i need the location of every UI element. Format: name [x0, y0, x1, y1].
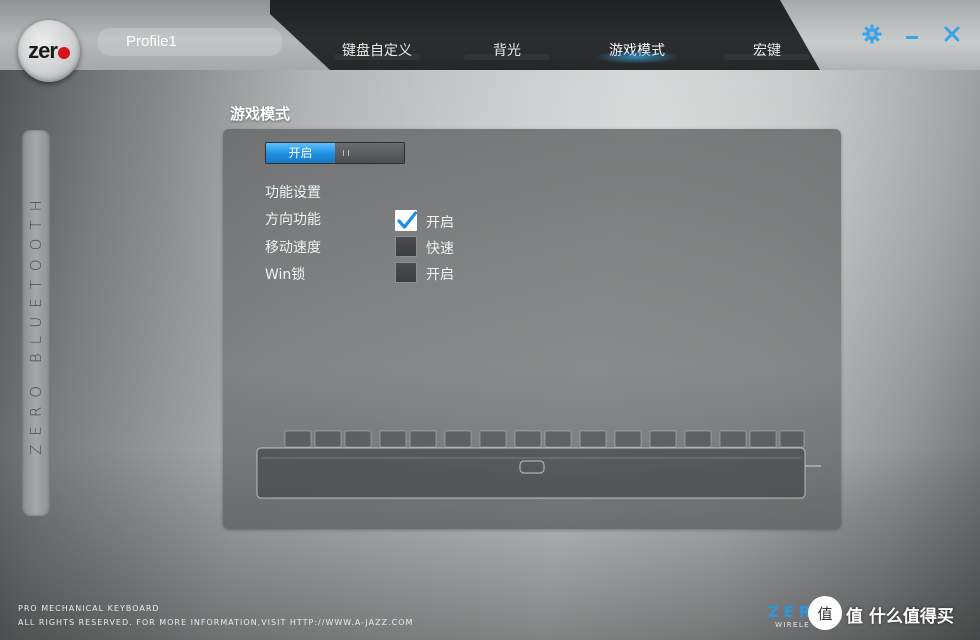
page-title: 游戏模式	[230, 105, 291, 123]
main-tabs: 键盘自定义 背光 游戏模式 宏键	[312, 36, 832, 66]
keyboard-keycaps	[284, 430, 805, 448]
footer-brand-sub: WIRELE	[775, 621, 810, 629]
checkbox-label-direction: 开启	[426, 215, 454, 231]
app-window: zer Profile1 键盘自定义 背光 游戏模式 宏键 ZERO BLUET…	[0, 0, 980, 640]
footer-copyright: ALL RIGHTS RESERVED. FOR MORE INFORMATIO…	[18, 618, 414, 627]
footer-tagline: PRO MECHANICAL KEYBOARD	[18, 604, 160, 613]
option-label-winlock: Win锁	[265, 267, 306, 283]
profile-name: Profile1	[126, 33, 177, 50]
tab-label: 宏键	[753, 43, 781, 59]
tab-game-mode[interactable]: 游戏模式	[572, 36, 702, 66]
keyboard-illustration	[256, 430, 821, 499]
watermark-badge-icon: 值	[808, 596, 842, 630]
checkbox-speed[interactable]	[395, 236, 417, 257]
close-icon[interactable]	[940, 22, 964, 46]
game-mode-toggle[interactable]: 开启	[265, 142, 405, 164]
tab-label: 键盘自定义	[342, 43, 412, 59]
sidebar-brand-text: ZERO BLUETOOTH	[27, 191, 45, 455]
checkbox-direction[interactable]	[395, 210, 417, 231]
tab-macro[interactable]: 宏键	[702, 36, 832, 66]
checkbox-label-speed: 快速	[426, 241, 454, 257]
tab-label: 游戏模式	[609, 43, 665, 59]
settings-heading: 功能设置	[265, 185, 321, 201]
zero-logo: zer	[18, 20, 80, 82]
checkbox-winlock[interactable]	[395, 262, 417, 283]
toggle-on-label: 开启	[288, 146, 313, 160]
option-label-direction: 方向功能	[265, 212, 321, 228]
toggle-grip-icon	[343, 150, 349, 156]
minimize-icon[interactable]	[900, 22, 924, 46]
gear-icon[interactable]	[860, 22, 884, 46]
checkbox-label-winlock: 开启	[426, 267, 454, 283]
tab-backlight[interactable]: 背光	[442, 36, 572, 66]
sidebar-brand-strip: ZERO BLUETOOTH	[22, 130, 50, 516]
toggle-off-segment[interactable]	[335, 143, 404, 163]
toggle-on-segment[interactable]: 开启	[266, 143, 335, 163]
option-label-speed: 移动速度	[265, 240, 321, 256]
title-bar: zer Profile1 键盘自定义 背光 游戏模式 宏键	[0, 0, 980, 82]
logo-text: zer	[28, 38, 58, 63]
logo-red-dot	[57, 47, 70, 59]
tab-keyboard-custom[interactable]: 键盘自定义	[312, 36, 442, 66]
profile-selector[interactable]: Profile1	[98, 28, 282, 56]
watermark-text: 值 什么值得买	[846, 607, 954, 627]
tab-label: 背光	[493, 43, 521, 59]
